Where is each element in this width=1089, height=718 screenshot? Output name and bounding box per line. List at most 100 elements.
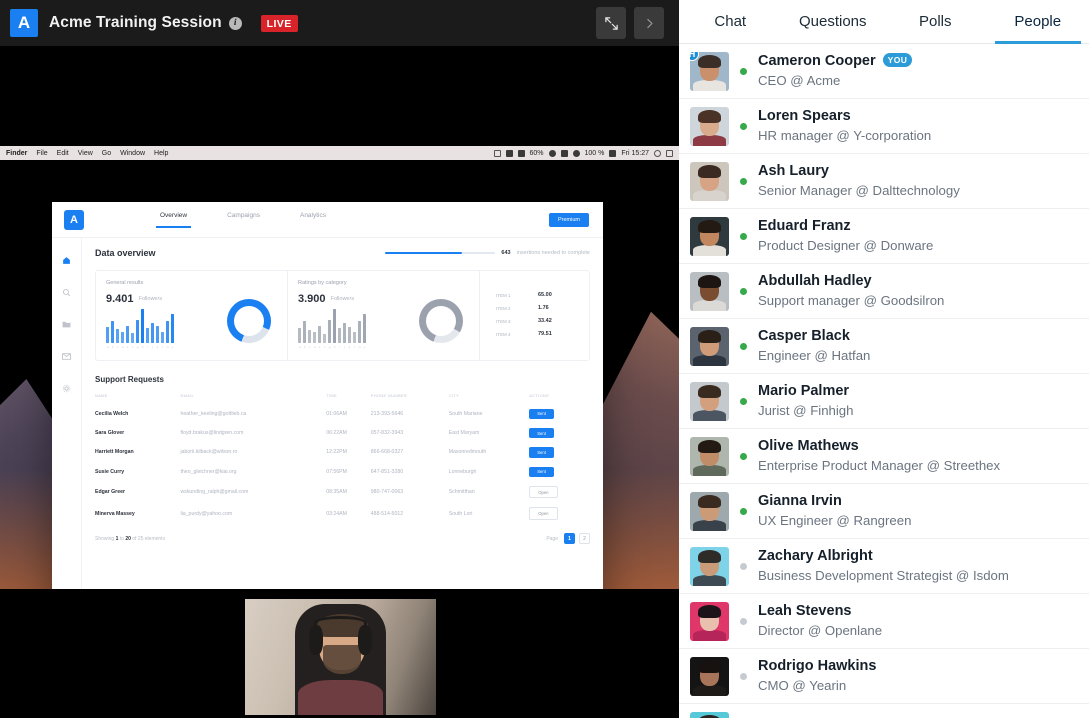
mail-icon[interactable] (62, 352, 71, 361)
page-button-1[interactable]: 1 (564, 533, 575, 544)
table-row[interactable]: Edgar Greerwskunding_ralph@gmail.com08:3… (95, 482, 590, 503)
menu-finder[interactable]: Finder (6, 150, 27, 157)
person-row[interactable]: Gianna IrvinUX Engineer @ Rangreen (679, 484, 1089, 539)
screen-share-area[interactable]: Finder File Edit View Go Window Help 60%… (0, 146, 679, 589)
next-button[interactable] (634, 7, 664, 39)
home-icon[interactable] (62, 256, 71, 265)
person-row[interactable]: Eduard FranzProduct Designer @ Donware (679, 209, 1089, 264)
bell-icon[interactable] (506, 150, 513, 157)
menu-help[interactable]: Help (154, 150, 168, 157)
person-row[interactable]: Abdullah HadleySupport manager @ Goodsil… (679, 264, 1089, 319)
person-row[interactable]: Casper BlackEngineer @ Hatfan (679, 319, 1089, 374)
person-role: CEO @ Acme (758, 72, 912, 90)
list-icon[interactable] (666, 150, 673, 157)
gear-icon[interactable] (62, 384, 71, 393)
footer-from: 1 (116, 536, 119, 542)
person-row[interactable]: Ash LaurySenior Manager @ Dalttechnology (679, 154, 1089, 209)
table-row[interactable]: Minerva Masseylia_purdy@yahoo.com03:24AM… (95, 503, 590, 524)
axis-tick: c (116, 345, 119, 349)
avatar-shoulders (693, 135, 726, 146)
cell-actions: Open (529, 482, 590, 503)
shared-dashboard-window[interactable]: A Overview Campaigns Analytics Premium (52, 202, 603, 589)
menu-edit[interactable]: Edit (57, 150, 69, 157)
bar (338, 328, 341, 343)
live-badge: LIVE (261, 15, 298, 32)
airplay-icon[interactable] (561, 150, 568, 157)
menu-file[interactable]: File (36, 150, 47, 157)
table-row[interactable]: Sara Gloverfloyd.brakus@lindgren.com06:2… (95, 423, 590, 442)
avatar: H (690, 52, 729, 91)
panel-tabs: Chat Questions Polls People (679, 0, 1089, 44)
person-row[interactable]: Loren SpearsHR manager @ Y-corporation (679, 99, 1089, 154)
metric-item-key: ITEM 3 (496, 319, 538, 324)
avatar-hair (698, 605, 721, 618)
dashboard-tab-campaigns[interactable]: Campaigns (227, 212, 260, 228)
bar (141, 309, 144, 343)
axis-tick: l (161, 345, 164, 349)
row-action-button[interactable]: Sent (529, 409, 554, 419)
table-row[interactable]: Harriett Morganjaborii.kilback@wilson.ro… (95, 443, 590, 462)
info-icon[interactable]: i (229, 17, 242, 30)
tab-questions[interactable]: Questions (782, 0, 885, 43)
cell-actions: Sent (529, 423, 590, 442)
person-role: Director @ Openlane (758, 622, 882, 640)
person-text: Ash LaurySenior Manager @ Dalttechnology (758, 162, 960, 200)
avatar-hair (698, 440, 721, 453)
tab-chat[interactable]: Chat (679, 0, 782, 43)
avatar-shoulders (693, 245, 726, 256)
person-row[interactable]: Mario PalmerJurist @ Finhigh (679, 374, 1089, 429)
search-icon[interactable] (654, 150, 661, 157)
avatar-photo (690, 382, 729, 421)
table-row[interactable]: Susie Currytheo_gleichner@kiai.org07:56P… (95, 462, 590, 481)
row-action-button[interactable]: Sent (529, 447, 554, 457)
row-action-button[interactable]: Sent (529, 428, 554, 438)
dashboard-tab-analytics[interactable]: Analytics (300, 212, 326, 228)
person-row[interactable]: HCameron CooperYOUCEO @ Acme (679, 44, 1089, 99)
row-action-button[interactable]: Open (529, 486, 557, 498)
brand-logo: A (10, 9, 38, 37)
menu-go[interactable]: Go (102, 150, 111, 157)
screen-record-icon[interactable] (494, 150, 501, 157)
battery-icon[interactable] (518, 150, 525, 157)
dashboard-title-row: Data overview 643 insertions needed to c… (95, 248, 590, 258)
person-row[interactable]: Rodrigo HawkinsCMO @ Yearin (679, 649, 1089, 704)
row-action-button[interactable]: Sent (529, 467, 554, 477)
avatar-shoulders (693, 410, 726, 421)
tab-people[interactable]: People (987, 0, 1089, 43)
person-row[interactable]: Zachary AlbrightBusiness Development Str… (679, 539, 1089, 594)
wifi-icon[interactable] (573, 150, 580, 157)
bar (146, 328, 149, 343)
menu-window[interactable]: Window (120, 150, 145, 157)
axis-tick: f (323, 345, 326, 349)
metric-item-row: ITEM 165.00 (496, 292, 579, 298)
person-row[interactable]: Adolfo Hess (679, 704, 1089, 718)
cell-value: lia_purdy@yahoo.com (180, 503, 326, 524)
people-list[interactable]: HCameron CooperYOUCEO @ Acme Loren Spears… (679, 44, 1089, 718)
person-row[interactable]: Olive MathewsEnterprise Product Manager … (679, 429, 1089, 484)
page-button-2[interactable]: 2 (579, 533, 590, 544)
expand-button[interactable] (596, 7, 626, 39)
metric-unit: Followers (139, 296, 163, 302)
page-label: Page (546, 536, 558, 542)
table-row[interactable]: Cecilia Welchheather_keeling@gottlieb.ca… (95, 404, 590, 423)
bluetooth-icon[interactable] (549, 150, 556, 157)
menu-view[interactable]: View (78, 150, 93, 157)
dashboard-tab-overview[interactable]: Overview (160, 212, 187, 228)
search-icon[interactable] (62, 288, 71, 297)
folder-icon[interactable] (62, 320, 71, 329)
person-role: Support manager @ Goodsilron (758, 292, 944, 310)
person-row[interactable]: Leah StevensDirector @ Openlane (679, 594, 1089, 649)
headphones-left-cup-icon (309, 625, 323, 655)
avatar-shoulders (693, 300, 726, 311)
tab-polls[interactable]: Polls (884, 0, 987, 43)
bar (126, 326, 129, 343)
presenter-video-thumbnail[interactable] (242, 596, 439, 718)
premium-button[interactable]: Premium (549, 213, 589, 227)
person-text: Loren SpearsHR manager @ Y-corporation (758, 107, 931, 145)
row-action-button[interactable]: Open (529, 507, 557, 519)
axis-tick: d (121, 345, 124, 349)
input-source-icon[interactable] (609, 150, 616, 157)
battery-percent: 60% (530, 150, 544, 157)
avatar-photo (690, 602, 729, 641)
axis-tick: g (328, 345, 331, 349)
